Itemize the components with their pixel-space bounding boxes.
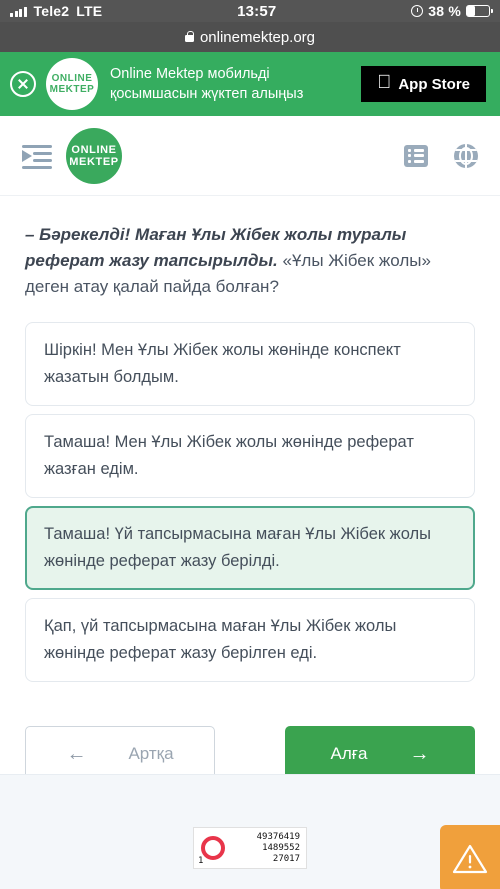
- page-toolbar: ONLINE MEKTEP: [0, 116, 500, 196]
- answer-option[interactable]: Шіркін! Мен Ұлы Жібек жолы жөнінде консп…: [25, 322, 475, 406]
- alarm-clock-icon: [411, 5, 424, 17]
- ios-status-bar: Tele2 LTE 13:57 38 %: [0, 0, 500, 22]
- close-icon[interactable]: [10, 71, 36, 97]
- banner-logo: ONLINE MEKTEP: [46, 58, 98, 110]
- visitor-counter: 49376419 1489552 27017 1: [193, 827, 307, 869]
- banner-logo-line1: ONLINE: [51, 73, 93, 84]
- battery-percent-label: 38 %: [428, 3, 461, 19]
- site-logo[interactable]: ONLINE MEKTEP: [66, 127, 122, 184]
- counter-line-3: 27017: [272, 853, 300, 864]
- apple-logo-icon: : [377, 73, 391, 92]
- app-install-banner: ONLINE MEKTEP Online Mektep мобильді қос…: [0, 52, 500, 116]
- warning-triangle-icon: [452, 843, 488, 875]
- answer-option-label: Тамаша! Үй тапсырмасына маған Ұлы Жібек …: [44, 525, 432, 570]
- banner-logo-line2: MEKTEP: [49, 84, 95, 95]
- list-icon: [404, 144, 428, 167]
- lock-icon: [184, 30, 195, 42]
- tasks-list-button[interactable]: [404, 144, 428, 167]
- network-type-label: LTE: [76, 3, 103, 19]
- counter-numbers: 49376419 1489552 27017: [231, 832, 306, 865]
- status-bar-right: 38 %: [411, 3, 493, 19]
- site-logo-line1: ONLINE: [71, 143, 117, 156]
- quiz-content: – Бәрекелді! Маған Ұлы Жібек жолы туралы…: [0, 196, 500, 782]
- browser-url-bar[interactable]: onlinemektep.org: [0, 22, 500, 52]
- banner-promo-text: Online Mektep мобильді қосымшасын жүктеп…: [108, 64, 351, 104]
- globe-icon: [454, 143, 478, 168]
- site-logo-line2: MEKTEP: [69, 155, 119, 168]
- page-footer: 49376419 1489552 27017 1: [0, 774, 500, 889]
- counter-index: 1: [198, 856, 204, 866]
- back-button-label: Артқа: [128, 744, 174, 763]
- red-ring-icon: [201, 836, 225, 860]
- answer-option-selected[interactable]: Тамаша! Үй тапсырмасына маған Ұлы Жібек …: [25, 506, 475, 590]
- answer-options-list: Шіркін! Мен Ұлы Жібек жолы жөнінде консп…: [25, 322, 475, 682]
- arrow-left-icon: ←: [66, 743, 87, 765]
- report-problem-button[interactable]: [440, 825, 500, 889]
- arrow-right-icon: →: [409, 743, 430, 765]
- question-text: – Бәрекелді! Маған Ұлы Жібек жолы туралы…: [25, 222, 475, 300]
- menu-indent-icon[interactable]: [22, 144, 52, 169]
- answer-option[interactable]: Қап, үй тапсырмасына маған Ұлы Жібек жол…: [25, 598, 475, 682]
- next-button-label: Алға: [330, 744, 368, 763]
- answer-option-label: Шіркін! Мен Ұлы Жібек жолы жөнінде консп…: [44, 341, 401, 386]
- clock-label: 13:57: [237, 2, 277, 20]
- battery-icon: [466, 5, 493, 17]
- carrier-label: Tele2: [33, 3, 70, 19]
- app-store-button-label: App Store: [398, 75, 470, 93]
- status-bar-left: Tele2 LTE: [10, 3, 102, 19]
- banner-promo-line1: Online Mektep мобильді: [110, 66, 270, 82]
- banner-promo-line2: қосымшасын жүктеп алыңыз: [110, 86, 304, 102]
- counter-line-2: 1489552: [262, 842, 300, 853]
- answer-option-label: Тамаша! Мен Ұлы Жібек жолы жөнінде рефер…: [44, 433, 414, 478]
- answer-option-label: Қап, үй тапсырмасына маған Ұлы Жібек жол…: [44, 617, 397, 662]
- signal-bars-icon: [10, 6, 27, 17]
- url-text: onlinemektep.org: [199, 28, 316, 46]
- app-store-button[interactable]:  App Store: [361, 66, 486, 102]
- counter-line-1: 49376419: [256, 831, 300, 842]
- answer-option[interactable]: Тамаша! Мен Ұлы Жібек жолы жөнінде рефер…: [25, 414, 475, 498]
- language-button[interactable]: [454, 143, 478, 168]
